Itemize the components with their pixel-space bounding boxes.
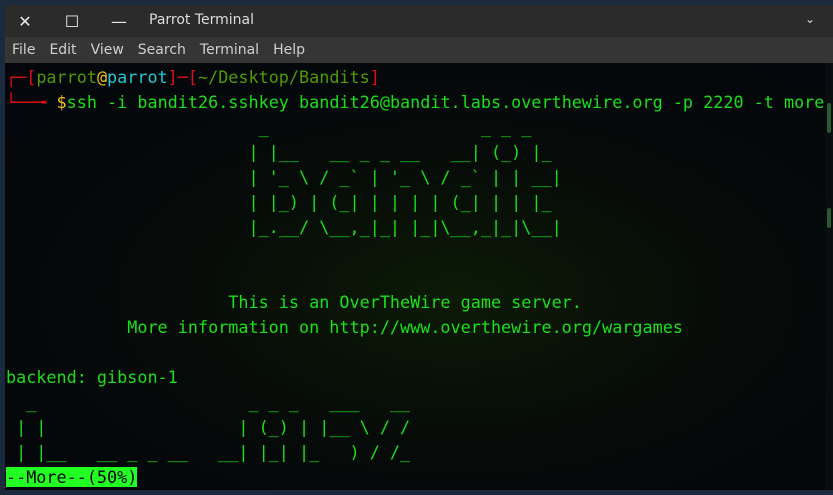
prompt-host: parrot: [107, 67, 168, 87]
prompt-at: @: [96, 67, 108, 87]
menu-edit[interactable]: Edit: [42, 42, 83, 58]
menu-terminal[interactable]: Terminal: [193, 42, 266, 58]
banner-line: More information on http://www.overthewi…: [6, 317, 683, 337]
close-icon[interactable]: ✕: [10, 5, 40, 37]
banner-line: [6, 265, 824, 290]
menu-file[interactable]: File: [5, 42, 42, 58]
banner-line: | |__ __ _ _ __ __| (_) |_: [6, 142, 562, 162]
banner-line: | |_) | (_| | | | | (_| | | |_: [6, 192, 562, 212]
window-title: Parrot Terminal: [149, 12, 255, 28]
command-line: └──╼ $ssh -i bandit26.sshkey bandit26@ba…: [6, 92, 825, 112]
terminal-output[interactable]: ┌─[parrot@parrot]─[~/Desktop/Bandits] └─…: [5, 63, 825, 490]
banner-line: | |__ __ _ _ __ __| |_| |_ ) / /_: [6, 442, 411, 462]
minimize-icon[interactable]: —: [104, 5, 134, 37]
pager-line: --More--(50%): [6, 465, 824, 490]
banner-line: | '_ \ / _` | '_ \ / _` | | __|: [6, 167, 562, 187]
chevron-down-icon[interactable]: ⌄: [805, 12, 815, 26]
scrollbar-marker: [827, 208, 831, 228]
maximize-icon[interactable]: ☐: [57, 5, 87, 37]
prompt-user: parrot: [36, 67, 97, 87]
command-text: ssh -i bandit26.sshkey bandit26@bandit.l…: [66, 92, 825, 112]
server-banner: _ _ _ _ | |__ __ _ _ __ __| (_) |_ | '_ …: [6, 115, 824, 465]
scrollbar-thumb[interactable]: [827, 103, 831, 133]
menu-search[interactable]: Search: [131, 42, 193, 58]
prompt-dollar: $: [56, 92, 67, 112]
banner-line: This is an OverTheWire game server.: [6, 292, 582, 312]
menu-bar: File Edit View Search Terminal Help: [5, 37, 833, 63]
pager-status: --More--(50%): [6, 467, 138, 487]
menu-view[interactable]: View: [84, 42, 131, 58]
banner-line: [6, 240, 824, 265]
banner-line: _ _ _ _: [6, 117, 562, 137]
banner-line: backend: gibson-1: [6, 367, 178, 387]
prompt-path: ~/Desktop/Bandits: [197, 67, 370, 87]
banner-line: _ _ _ _ ___ __: [6, 392, 411, 412]
title-bar: ✕ ☐ — Parrot Terminal ⌄: [5, 5, 833, 37]
menu-help[interactable]: Help: [266, 42, 312, 58]
banner-line: |_.__/ \__,_|_| |_|\__,_|_|\__|: [6, 217, 562, 237]
banner-line: [6, 340, 824, 365]
banner-line: | | | (_) | |__ \ / /: [6, 417, 411, 437]
prompt-line: ┌─[parrot@parrot]─[~/Desktop/Bandits]: [6, 67, 380, 87]
scrollbar[interactable]: [825, 63, 833, 490]
